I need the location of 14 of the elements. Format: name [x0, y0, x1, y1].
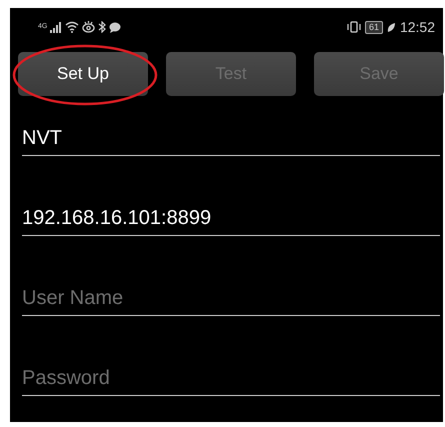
text-field[interactable]: NVT — [22, 122, 440, 156]
clock-time: 12:52 — [400, 20, 435, 34]
toolbar-button[interactable]: Set Up — [18, 52, 148, 96]
chat-bubble-icon — [109, 22, 122, 32]
text-field[interactable]: 192.168.16.101:8899 — [22, 202, 440, 236]
vibrate-icon — [346, 21, 361, 33]
wifi-icon — [65, 21, 80, 33]
bluetooth-icon — [98, 21, 106, 33]
signal-icon — [50, 22, 62, 32]
battery-level: 61 — [364, 20, 383, 34]
text-field[interactable]: User Name — [22, 282, 440, 316]
eye-icon — [82, 21, 96, 33]
leaf-icon — [386, 22, 396, 32]
text-field[interactable]: Password — [22, 362, 440, 396]
